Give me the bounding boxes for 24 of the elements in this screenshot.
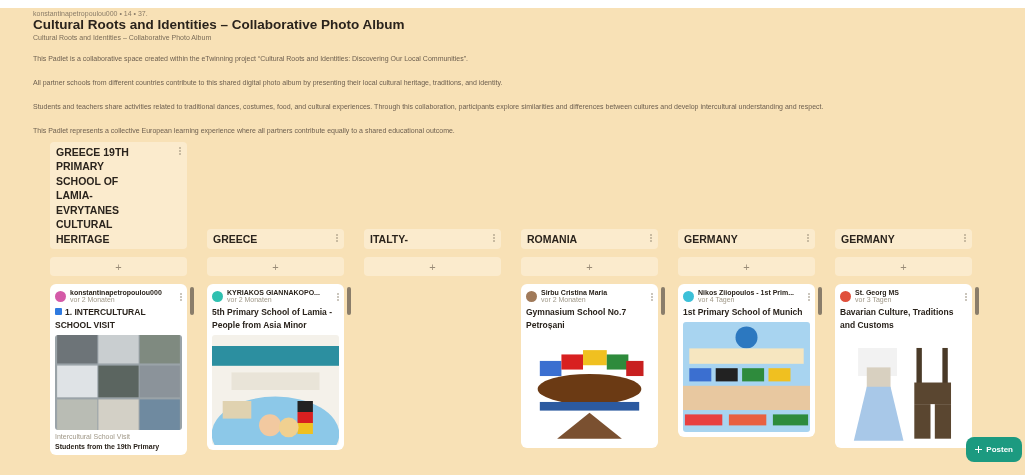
scroll-thumb[interactable]: [347, 287, 351, 315]
column-title: GERMANY: [841, 231, 895, 246]
column-header[interactable]: GREECE 19TH PRIMARY SCHOOL OF LAMIA-EVRYTANES CULTURAL HERITAGE: [50, 141, 187, 249]
column-title: GREECE: [213, 231, 258, 246]
scroll-thumb[interactable]: [975, 287, 979, 315]
column-header[interactable]: ROMANIA: [521, 228, 658, 249]
column-title: GERMANY: [684, 231, 738, 246]
column-title: ROMANIA: [527, 231, 578, 246]
post-title: 5th Primary School of Lamia - People from Asia Minor: [212, 306, 333, 332]
column-header[interactable]: GERMANY: [835, 228, 972, 249]
scroll-thumb[interactable]: [661, 287, 665, 315]
board-title: Cultural Roots and Identities – Collaborative Photo Album: [33, 17, 406, 32]
column-header[interactable]: GREECE: [207, 228, 344, 249]
post-title: 1. INTERCULTURAL SCHOOL VISIT: [55, 306, 147, 332]
column-title: ITALTY-: [370, 231, 409, 246]
post-title: Bavarian Culture, Traditions and Customs: [840, 306, 955, 332]
post-title: Gymnasium School No.7 Petroșani: [526, 306, 628, 332]
scroll-thumb[interactable]: [818, 287, 822, 315]
post-button[interactable]: Posten: [966, 437, 1022, 462]
post-title: 1st Primary School of Munich: [683, 306, 804, 319]
column-header[interactable]: ITALTY-: [364, 228, 501, 249]
scroll-thumb[interactable]: [190, 287, 194, 315]
column-title: GREECE 19TH PRIMARY SCHOOL OF LAMIA-EVRYTANES CULTURAL HERITAGE: [56, 144, 130, 246]
column-header[interactable]: GERMANY: [678, 228, 815, 249]
